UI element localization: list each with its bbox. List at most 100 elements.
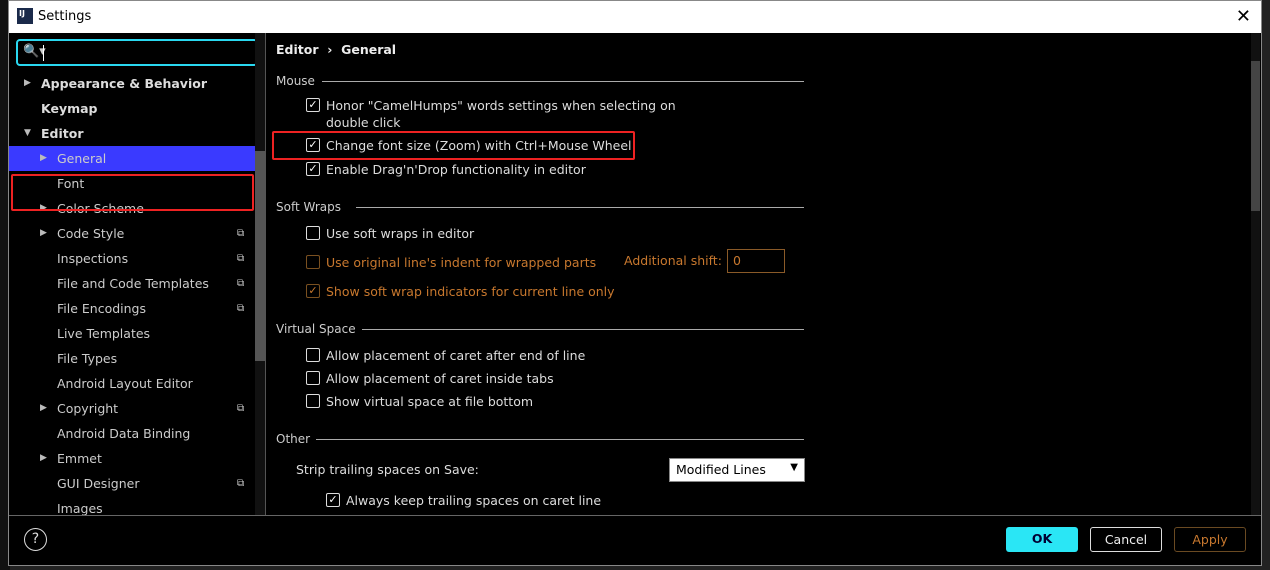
tree-item-label: File Encodings [57,301,147,316]
breadcrumb-editor: Editor [276,42,319,57]
tree-item-label: Editor [41,126,84,141]
checkbox-use-soft-wraps-in-editor[interactable]: Use soft wraps in editor [306,225,474,242]
highlight-box [11,174,254,211]
checkbox-always-keep-trailing-spaces-on-caret-lin[interactable]: ✓ Always keep trailing spaces on caret li… [326,492,601,509]
section-divider [362,329,804,330]
search-input[interactable]: 🔍▾ [16,39,258,66]
project-scope-icon: ⧉ [237,278,245,289]
checkbox-checked-icon[interactable]: ✓ [306,98,320,112]
ok-button[interactable]: OK [1006,527,1078,552]
tree-item-label: Android Layout Editor [57,376,193,391]
title-bar: IJ Settings ✕ [9,1,1261,33]
checkbox-label: Allow placement of caret after end of li… [326,348,586,363]
breadcrumb-separator: › [327,42,333,57]
settings-dialog: IJ Settings ✕ 🔍▾ ▶ Appearance & Behavior K… [8,0,1262,566]
checkbox-allow-placement-of-caret-after-end-of-li[interactable]: Allow placement of caret after end of li… [306,347,585,364]
tree-item-label: Copyright [57,401,119,416]
tree-item-copyright[interactable]: ▶ Copyright ⧉ [9,396,255,421]
text-cursor [43,45,44,61]
checkbox-label: Honor "CamelHumps" words settings when s… [326,98,676,113]
button-bar: ? OK Cancel Apply [9,515,1261,567]
checkbox-label: Always keep trailing spaces on caret lin… [346,493,602,508]
window-title: Settings [38,9,92,24]
project-scope-icon: ⧉ [237,403,245,414]
section-title-other: Other [276,432,311,446]
tree-item-label: General [57,151,107,166]
expand-arrow-icon[interactable]: ▼ [24,121,31,146]
tree-item-keymap[interactable]: Keymap [9,96,255,121]
tree-item-label: Appearance & Behavior [41,76,207,91]
checkbox-checked-icon[interactable]: ✓ [306,162,320,176]
tree-item-file-encodings[interactable]: File Encodings ⧉ [9,296,255,321]
checkbox-label: Use original line's indent for wrapped p… [326,255,597,270]
help-button[interactable]: ? [24,528,47,551]
project-scope-icon: ⧉ [237,228,245,239]
tree-item-label: Emmet [57,451,102,466]
expand-arrow-icon[interactable]: ▶ [40,396,47,421]
cancel-button[interactable]: Cancel [1090,527,1162,552]
additional-shift-label: Additional shift: [624,253,722,268]
tree-item-label: GUI Designer [57,476,140,491]
checkbox-unchecked-icon[interactable] [306,371,320,385]
tree-item-editor[interactable]: ▼ Editor [9,121,255,146]
tree-item-label: Live Templates [57,326,151,341]
tree-item-label: Code Style [57,226,125,241]
strip-trailing-value: Modified Lines [676,462,766,477]
tree-item-gui-designer[interactable]: GUI Designer ⧉ [9,471,255,496]
sidebar-scrollbar[interactable] [255,33,265,515]
tree-item-label: Android Data Binding [57,426,191,441]
settings-panel: Editor › General Mouse ✓ Honor "CamelHumps… [266,33,1261,515]
checkbox-checked-icon[interactable]: ✓ [306,284,320,298]
chevron-down-icon: ▼ [790,462,798,473]
tree-item-android-data-binding[interactable]: Android Data Binding [9,421,255,446]
tree-item-general[interactable]: ▶ General [9,146,255,171]
checkbox-unchecked-icon[interactable] [306,255,320,269]
checkbox-checked-icon[interactable]: ✓ [326,493,340,507]
expand-arrow-icon[interactable]: ▶ [40,221,47,246]
tree-item-inspections[interactable]: Inspections ⧉ [9,246,255,271]
checkbox-label: Use soft wraps in editor [326,226,475,241]
expand-arrow-icon[interactable]: ▶ [24,71,31,96]
strip-trailing-select[interactable]: Modified Lines ▼ [669,458,805,482]
tree-item-code-style[interactable]: ▶ Code Style ⧉ [9,221,255,246]
settings-tree: 🔍▾ ▶ Appearance & Behavior Keymap ▼ Editor ▶ G… [9,33,265,515]
checkbox-use-original-line-s-indent-for-wrapped-p[interactable]: Use original line's indent for wrapped p… [306,254,596,271]
section-divider [316,439,804,440]
checkbox-label: Show soft wrap indicators for current li… [326,284,615,299]
strip-trailing-label: Strip trailing spaces on Save: [296,462,479,477]
tree-item-images[interactable]: Images [9,496,255,515]
tree-item-live-templates[interactable]: Live Templates [9,321,255,346]
scrollbar-thumb[interactable] [255,151,265,361]
expand-arrow-icon[interactable]: ▶ [40,446,47,471]
scrollbar-thumb[interactable] [1251,61,1260,211]
checkbox-allow-placement-of-caret-inside-tabs[interactable]: Allow placement of caret inside tabs [306,370,554,387]
checkbox-enable-drag-n-drop-functionality-in-edit[interactable]: ✓ Enable Drag'n'Drop functionality in edi… [306,161,586,178]
tree-item-label: Inspections [57,251,129,266]
checkbox-unchecked-icon[interactable] [306,348,320,362]
checkbox-honor-camelhumps-words-settings-when-sel[interactable]: ✓ Honor "CamelHumps" words settings when … [306,97,676,131]
section-title-soft: Soft Wraps [276,200,341,214]
tree-item-label: Keymap [41,101,98,116]
apply-button[interactable]: Apply [1174,527,1246,552]
checkbox-show-soft-wrap-indicators-for-current-li[interactable]: ✓ Show soft wrap indicators for current l… [306,283,615,300]
checkbox-label: Enable Drag'n'Drop functionality in edit… [326,162,586,177]
checkbox-unchecked-icon[interactable] [306,394,320,408]
additional-shift-input[interactable]: 0 [727,249,785,273]
panel-scrollbar[interactable] [1251,33,1260,515]
project-scope-icon: ⧉ [237,253,245,264]
expand-arrow-icon[interactable]: ▶ [40,146,47,171]
highlight-box [272,131,635,160]
tree-item-appearance-behavior[interactable]: ▶ Appearance & Behavior [9,71,255,96]
checkbox-label: Show virtual space at file bottom [326,394,534,409]
tree-item-emmet[interactable]: ▶ Emmet [9,446,255,471]
project-scope-icon: ⧉ [237,303,245,314]
tree-item-android-layout-editor[interactable]: Android Layout Editor [9,371,255,396]
project-scope-icon: ⧉ [237,478,245,489]
tree-item-file-types[interactable]: File Types [9,346,255,371]
tree-item-file-and-code-templates[interactable]: File and Code Templates ⧉ [9,271,255,296]
close-icon[interactable]: ✕ [1236,6,1251,27]
section-divider [322,81,804,82]
checkbox-unchecked-icon[interactable] [306,226,320,240]
checkbox-show-virtual-space-at-file-bottom[interactable]: Show virtual space at file bottom [306,393,533,410]
tree-item-label: Images [57,501,103,515]
